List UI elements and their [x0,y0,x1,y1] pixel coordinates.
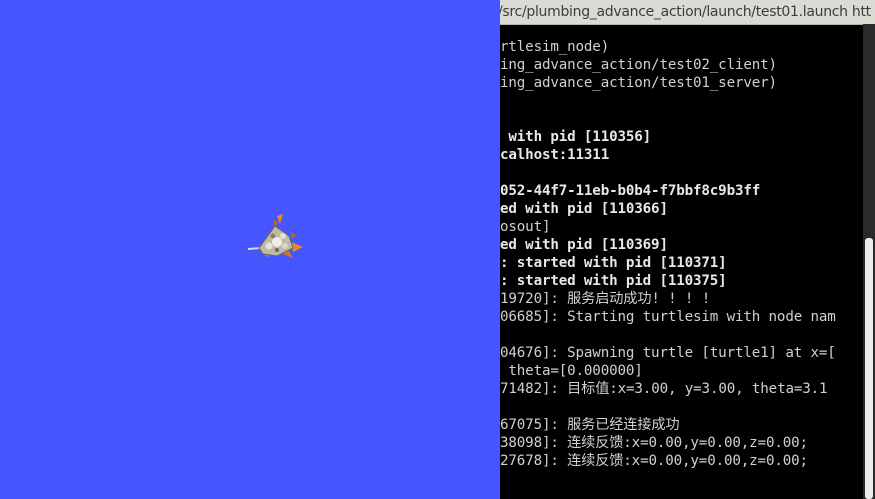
terminal-scrollbar[interactable] [863,24,875,499]
terminal-output[interactable]: rtlesim_node) ing_advance_action/test02_c… [500,24,863,499]
terminal-line: osout] [500,219,551,235]
turtlesim-canvas [0,0,500,499]
terminal-line: 67075]: 服务已经连接成功 [500,417,680,433]
terminal-line: : started with pid [110371] [500,255,727,271]
terminal-line: 19720]: 服务启动成功! ! ! ! [500,291,711,307]
terminal-line: ed with pid [110369] [500,237,668,253]
terminal-window[interactable]: /src/plumbing_advance_action/launch/test… [500,0,875,499]
terminal-line: calhost:11311 [500,147,610,163]
terminal-title: /src/plumbing_advance_action/launch/test… [500,4,871,20]
terminal-line: 38098]: 连续反馈:x=0.00,y=0.00,z=0.00; [500,435,808,451]
scrollbar-thumb[interactable] [865,238,873,499]
turtle-icon [247,214,303,258]
terminal-line: : started with pid [110375] [500,273,727,289]
terminal-line: 06685]: Starting turtlesim with node nam [500,309,836,325]
terminal-line: 04676]: Spawning turtle [turtle1] at x=[ [500,345,836,361]
terminal-line: rtlesim_node) [500,39,610,55]
terminal-line: 71482]: 目标值:x=3.00, y=3.00, theta=3.1 [500,381,828,397]
terminal-line: ing_advance_action/test01_server) [500,75,777,91]
terminal-line: 27678]: 连续反馈:x=0.00,y=0.00,z=0.00; [500,453,808,469]
terminal-line: ing_advance_action/test02_client) [500,57,777,73]
terminal-line: with pid [110356] [500,129,652,145]
terminal-titlebar[interactable]: /src/plumbing_advance_action/launch/test… [500,0,875,25]
terminal-line: theta=[0.000000] [500,363,643,379]
terminal-line: ed with pid [110366] [500,201,668,217]
terminal-line: 052-44f7-11eb-b0b4-f7bbf8c9b3ff [500,183,761,199]
